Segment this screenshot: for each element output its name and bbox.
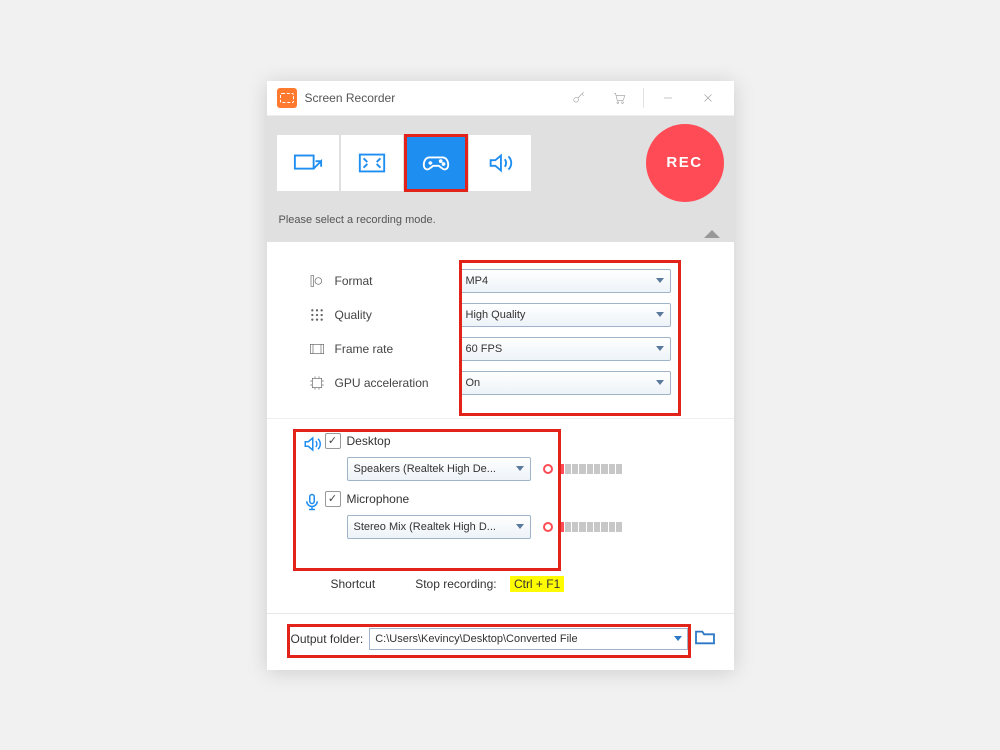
gpu-label: GPU acceleration <box>335 376 459 390</box>
shortcut-row: Shortcut Stop recording: Ctrl + F1 <box>267 565 734 613</box>
key-icon[interactable] <box>559 82 599 114</box>
cart-icon[interactable] <box>599 82 639 114</box>
stop-recording-label: Stop recording: <box>415 577 496 591</box>
gpu-select[interactable]: On <box>459 371 671 395</box>
format-label: Format <box>335 274 459 288</box>
microphone-icon <box>303 493 325 514</box>
mode-audio[interactable] <box>469 135 531 191</box>
audio-settings: Desktop Speakers (Realtek High De... <box>267 418 734 565</box>
collapse-icon[interactable] <box>704 230 720 238</box>
output-row: Output folder: C:\Users\Kevincy\Desktop\… <box>267 613 734 670</box>
mode-game[interactable] <box>405 135 467 191</box>
mode-region[interactable] <box>277 135 339 191</box>
desktop-audio-meter <box>543 463 623 475</box>
shortcut-label: Shortcut <box>331 577 376 591</box>
mode-hint-text: Please select a recording mode. <box>279 214 436 226</box>
stop-recording-key: Ctrl + F1 <box>510 576 564 592</box>
microphone-label: Microphone <box>347 492 410 506</box>
format-icon <box>307 273 327 289</box>
record-button[interactable]: REC <box>646 124 724 202</box>
format-select[interactable]: MP4 <box>459 269 671 293</box>
framerate-select[interactable]: 60 FPS <box>459 337 671 361</box>
mode-hint: Please select a recording mode. <box>267 214 734 242</box>
quality-icon <box>307 308 327 322</box>
desktop-audio-device-select[interactable]: Speakers (Realtek High De... <box>347 457 531 481</box>
framerate-label: Frame rate <box>335 342 459 356</box>
quality-select[interactable]: High Quality <box>459 303 671 327</box>
titlebar: Screen Recorder <box>267 81 734 116</box>
app-title: Screen Recorder <box>305 91 559 105</box>
close-button[interactable] <box>688 82 728 114</box>
microphone-meter <box>543 521 623 533</box>
desktop-audio-label: Desktop <box>347 434 391 448</box>
microphone-device-select[interactable]: Stereo Mix (Realtek High D... <box>347 515 531 539</box>
desktop-audio-icon <box>303 435 325 456</box>
output-folder-label: Output folder: <box>291 632 364 646</box>
video-settings: Format MP4 Quality High Quality Frame ra… <box>267 242 734 418</box>
screen-recorder-window: Screen Recorder <box>267 81 734 670</box>
desktop-audio-checkbox[interactable] <box>325 433 341 449</box>
microphone-checkbox[interactable] <box>325 491 341 507</box>
app-icon <box>277 88 297 108</box>
minimize-button[interactable] <box>648 82 688 114</box>
framerate-icon <box>307 342 327 356</box>
gpu-icon <box>307 375 327 391</box>
mode-row: REC <box>267 116 734 214</box>
mode-fullscreen[interactable] <box>341 135 403 191</box>
quality-label: Quality <box>335 308 459 322</box>
browse-folder-icon[interactable] <box>694 628 716 649</box>
output-folder-select[interactable]: C:\Users\Kevincy\Desktop\Converted File <box>369 628 687 650</box>
